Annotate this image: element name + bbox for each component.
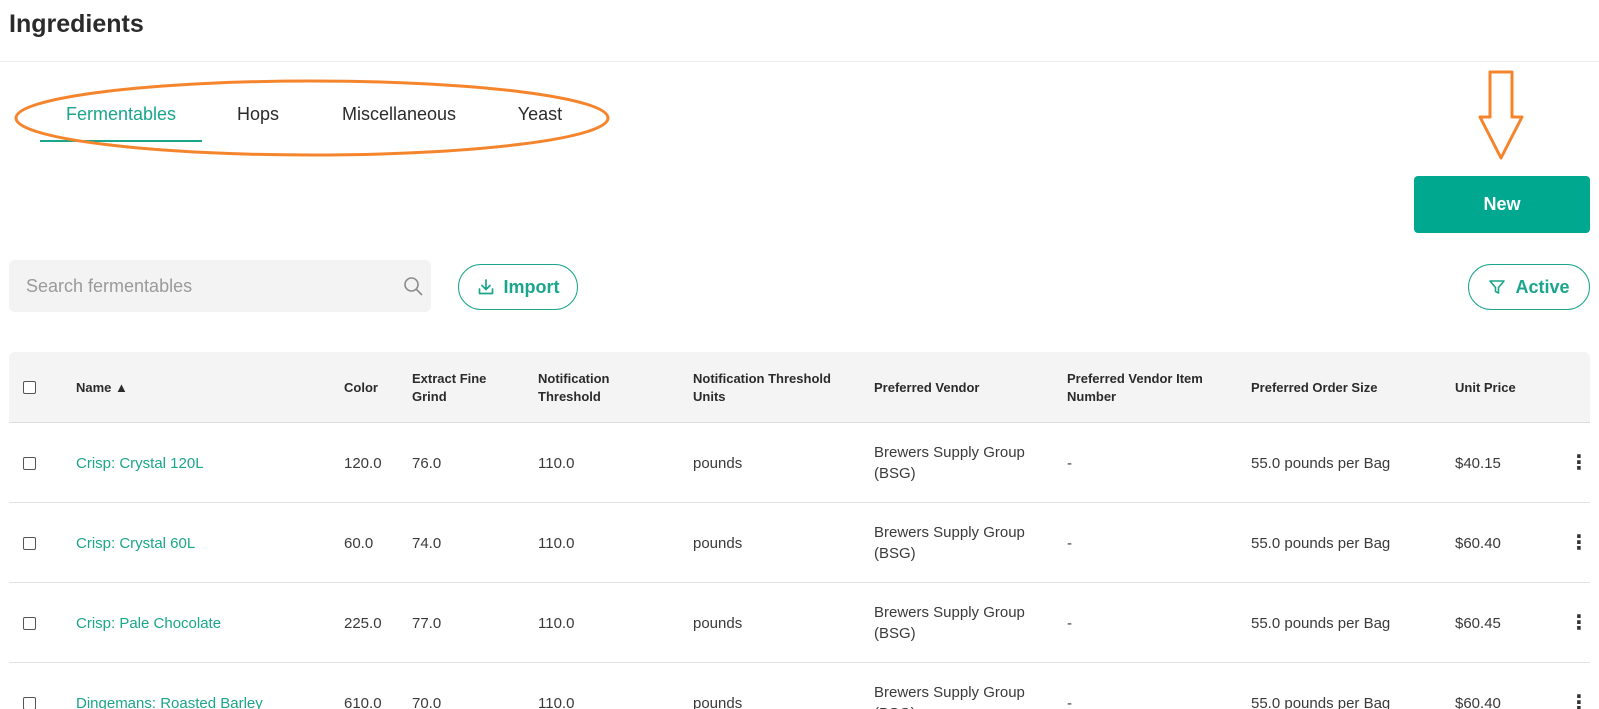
cell-order-size: 55.0 pounds per Bag [1251, 614, 1391, 632]
select-all-checkbox[interactable] [23, 381, 36, 394]
cell-threshold-units: pounds [693, 614, 743, 632]
import-label: Import [503, 276, 560, 297]
cell-vendor-item: - [1067, 454, 1072, 472]
table-row: Crisp: Crystal 60L 60.0 74.0 110.0 pound… [9, 503, 1590, 583]
tab-miscellaneous[interactable]: Miscellaneous [314, 92, 484, 142]
cell-color: 225.0 [344, 614, 382, 632]
search-icon[interactable] [403, 276, 423, 296]
cell-vendor-item: - [1067, 614, 1072, 632]
top-divider [0, 61, 1599, 62]
column-unit-price[interactable]: Unit Price [1455, 352, 1516, 423]
cell-threshold: 110.0 [538, 454, 575, 472]
column-preferred-vendor-item-number[interactable]: Preferred Vendor Item Number [1067, 352, 1237, 423]
column-preferred-vendor[interactable]: Preferred Vendor [874, 352, 1059, 423]
download-icon [478, 279, 493, 295]
cell-threshold: 110.0 [538, 614, 575, 632]
new-button[interactable]: New [1414, 176, 1590, 233]
row-checkbox[interactable] [23, 696, 36, 709]
table-row: Crisp: Crystal 120L 120.0 76.0 110.0 pou… [9, 423, 1590, 503]
row-checkbox-cell [23, 423, 36, 503]
table-row: Dingemans: Roasted Barley 610.0 70.0 110… [9, 663, 1590, 709]
cell-extract: 74.0 [412, 534, 442, 552]
ingredient-tabs: Fermentables Hops Miscellaneous Yeast [40, 92, 596, 142]
active-filter-label: Active [1515, 276, 1570, 297]
cell-vendor-item: - [1067, 534, 1072, 552]
column-extract-fine-grind[interactable]: Extract Fine Grind [412, 352, 512, 423]
cell-extract: 70.0 [412, 694, 442, 709]
column-notification-threshold-units[interactable]: Notification Threshold Units [693, 352, 863, 423]
cell-vendor: Brewers Supply Group (BSG) [874, 524, 1025, 562]
cell-color: 610.0 [344, 694, 382, 709]
cell-unit-price: $60.40 [1455, 534, 1501, 552]
cell-extract: 77.0 [412, 614, 442, 632]
search-input[interactable] [9, 260, 379, 312]
row-checkbox-cell [23, 583, 36, 663]
cell-unit-price: $60.40 [1455, 694, 1501, 709]
tab-yeast[interactable]: Yeast [484, 92, 596, 142]
cell-unit-price: $40.15 [1455, 454, 1501, 472]
column-preferred-order-size[interactable]: Preferred Order Size [1251, 352, 1377, 423]
cell-threshold: 110.0 [538, 534, 575, 552]
cell-color: 60.0 [344, 534, 374, 552]
tab-hops[interactable]: Hops [202, 92, 314, 142]
cell-unit-price: $60.45 [1455, 614, 1501, 632]
row-checkbox[interactable] [23, 456, 36, 470]
arrow-down-icon [1478, 70, 1524, 160]
row-menu-icon[interactable]: ⋮ [1569, 503, 1589, 583]
cell-vendor: Brewers Supply Group (BSG) [874, 444, 1025, 482]
fermentable-name-link[interactable]: Crisp: Crystal 120L [76, 423, 204, 503]
column-color[interactable]: Color [344, 352, 378, 423]
row-checkbox-cell [23, 663, 36, 709]
page-title: Ingredients [9, 10, 144, 38]
cell-order-size: 55.0 pounds per Bag [1251, 454, 1391, 472]
import-button[interactable]: Import [458, 264, 578, 310]
cell-threshold-units: pounds [693, 454, 743, 472]
table-header: Name ▲ Color Extract Fine Grind Notifica… [9, 352, 1590, 423]
fermentable-name-link[interactable]: Crisp: Crystal 60L [76, 503, 195, 583]
row-checkbox[interactable] [23, 536, 36, 550]
header-checkbox-cell [23, 352, 36, 423]
cell-vendor: Brewers Supply Group (BSG) [874, 684, 1025, 709]
cell-threshold-units: pounds [693, 534, 743, 552]
cell-color: 120.0 [344, 454, 382, 472]
table-row: Crisp: Pale Chocolate 225.0 77.0 110.0 p… [9, 583, 1590, 663]
cell-threshold-units: pounds [693, 694, 743, 709]
cell-extract: 76.0 [412, 454, 442, 472]
cell-vendor: Brewers Supply Group (BSG) [874, 604, 1025, 642]
row-menu-icon[interactable]: ⋮ [1569, 423, 1589, 503]
cell-threshold: 110.0 [538, 694, 575, 709]
tab-fermentables[interactable]: Fermentables [40, 92, 202, 142]
cell-vendor-item: - [1067, 694, 1072, 709]
row-checkbox-cell [23, 503, 36, 583]
column-notification-threshold[interactable]: Notification Threshold [538, 352, 638, 423]
filter-icon [1489, 280, 1506, 294]
active-filter-button[interactable]: Active [1468, 264, 1590, 310]
row-menu-icon[interactable]: ⋮ [1569, 583, 1589, 663]
fermentable-name-link[interactable]: Dingemans: Roasted Barley [76, 663, 263, 709]
row-checkbox[interactable] [23, 616, 36, 630]
column-name[interactable]: Name ▲ [76, 352, 128, 423]
fermentables-table: Name ▲ Color Extract Fine Grind Notifica… [9, 352, 1590, 709]
cell-order-size: 55.0 pounds per Bag [1251, 694, 1391, 709]
cell-order-size: 55.0 pounds per Bag [1251, 534, 1391, 552]
fermentable-name-link[interactable]: Crisp: Pale Chocolate [76, 583, 221, 663]
search-box [9, 260, 431, 312]
row-menu-icon[interactable]: ⋮ [1569, 663, 1589, 709]
